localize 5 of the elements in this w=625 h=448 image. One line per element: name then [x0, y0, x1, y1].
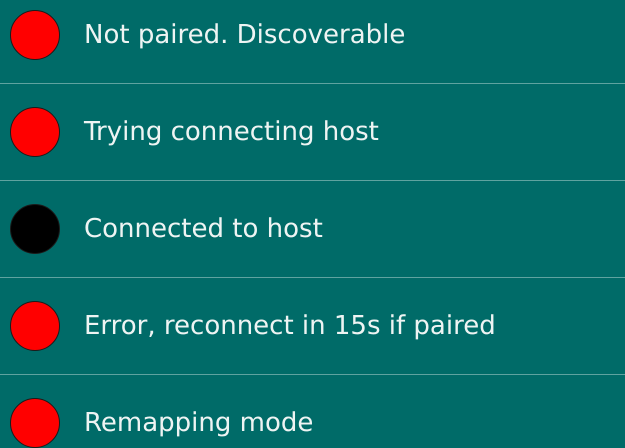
status-label: Connected to host — [84, 214, 323, 244]
status-label: Error, reconnect in 15s if paired — [84, 311, 496, 341]
status-label: Remapping mode — [84, 408, 314, 438]
status-label: Not paired. Discoverable — [84, 20, 406, 50]
status-label: Trying connecting host — [84, 117, 379, 147]
